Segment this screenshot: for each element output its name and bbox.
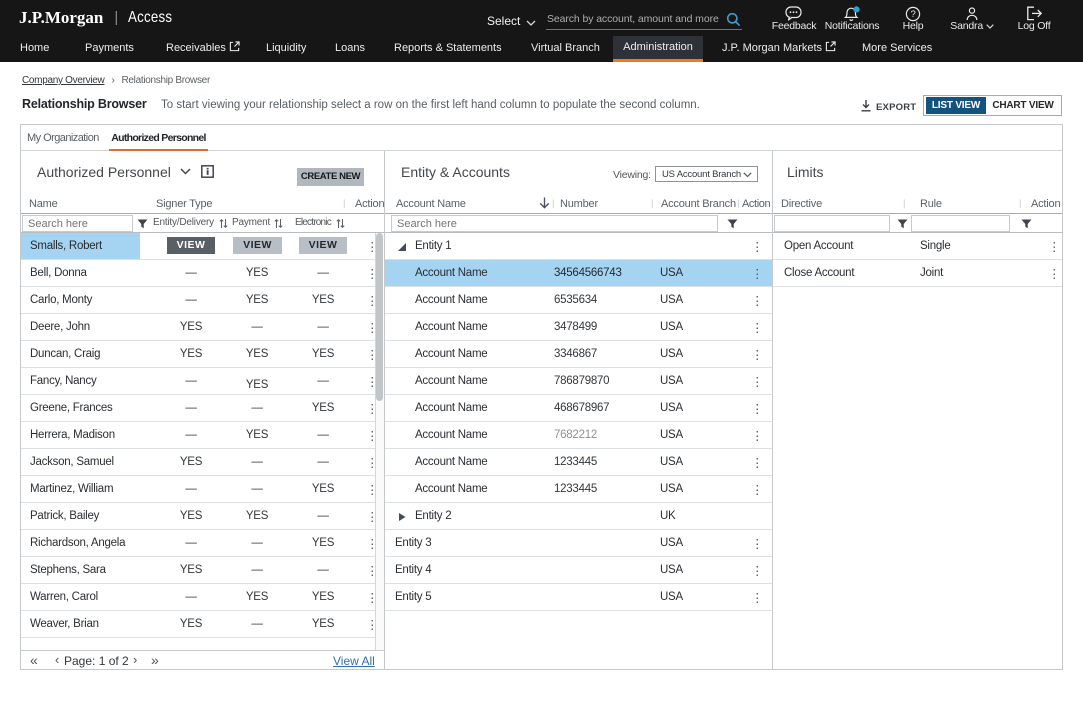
svg-text:?: ? <box>910 9 915 20</box>
